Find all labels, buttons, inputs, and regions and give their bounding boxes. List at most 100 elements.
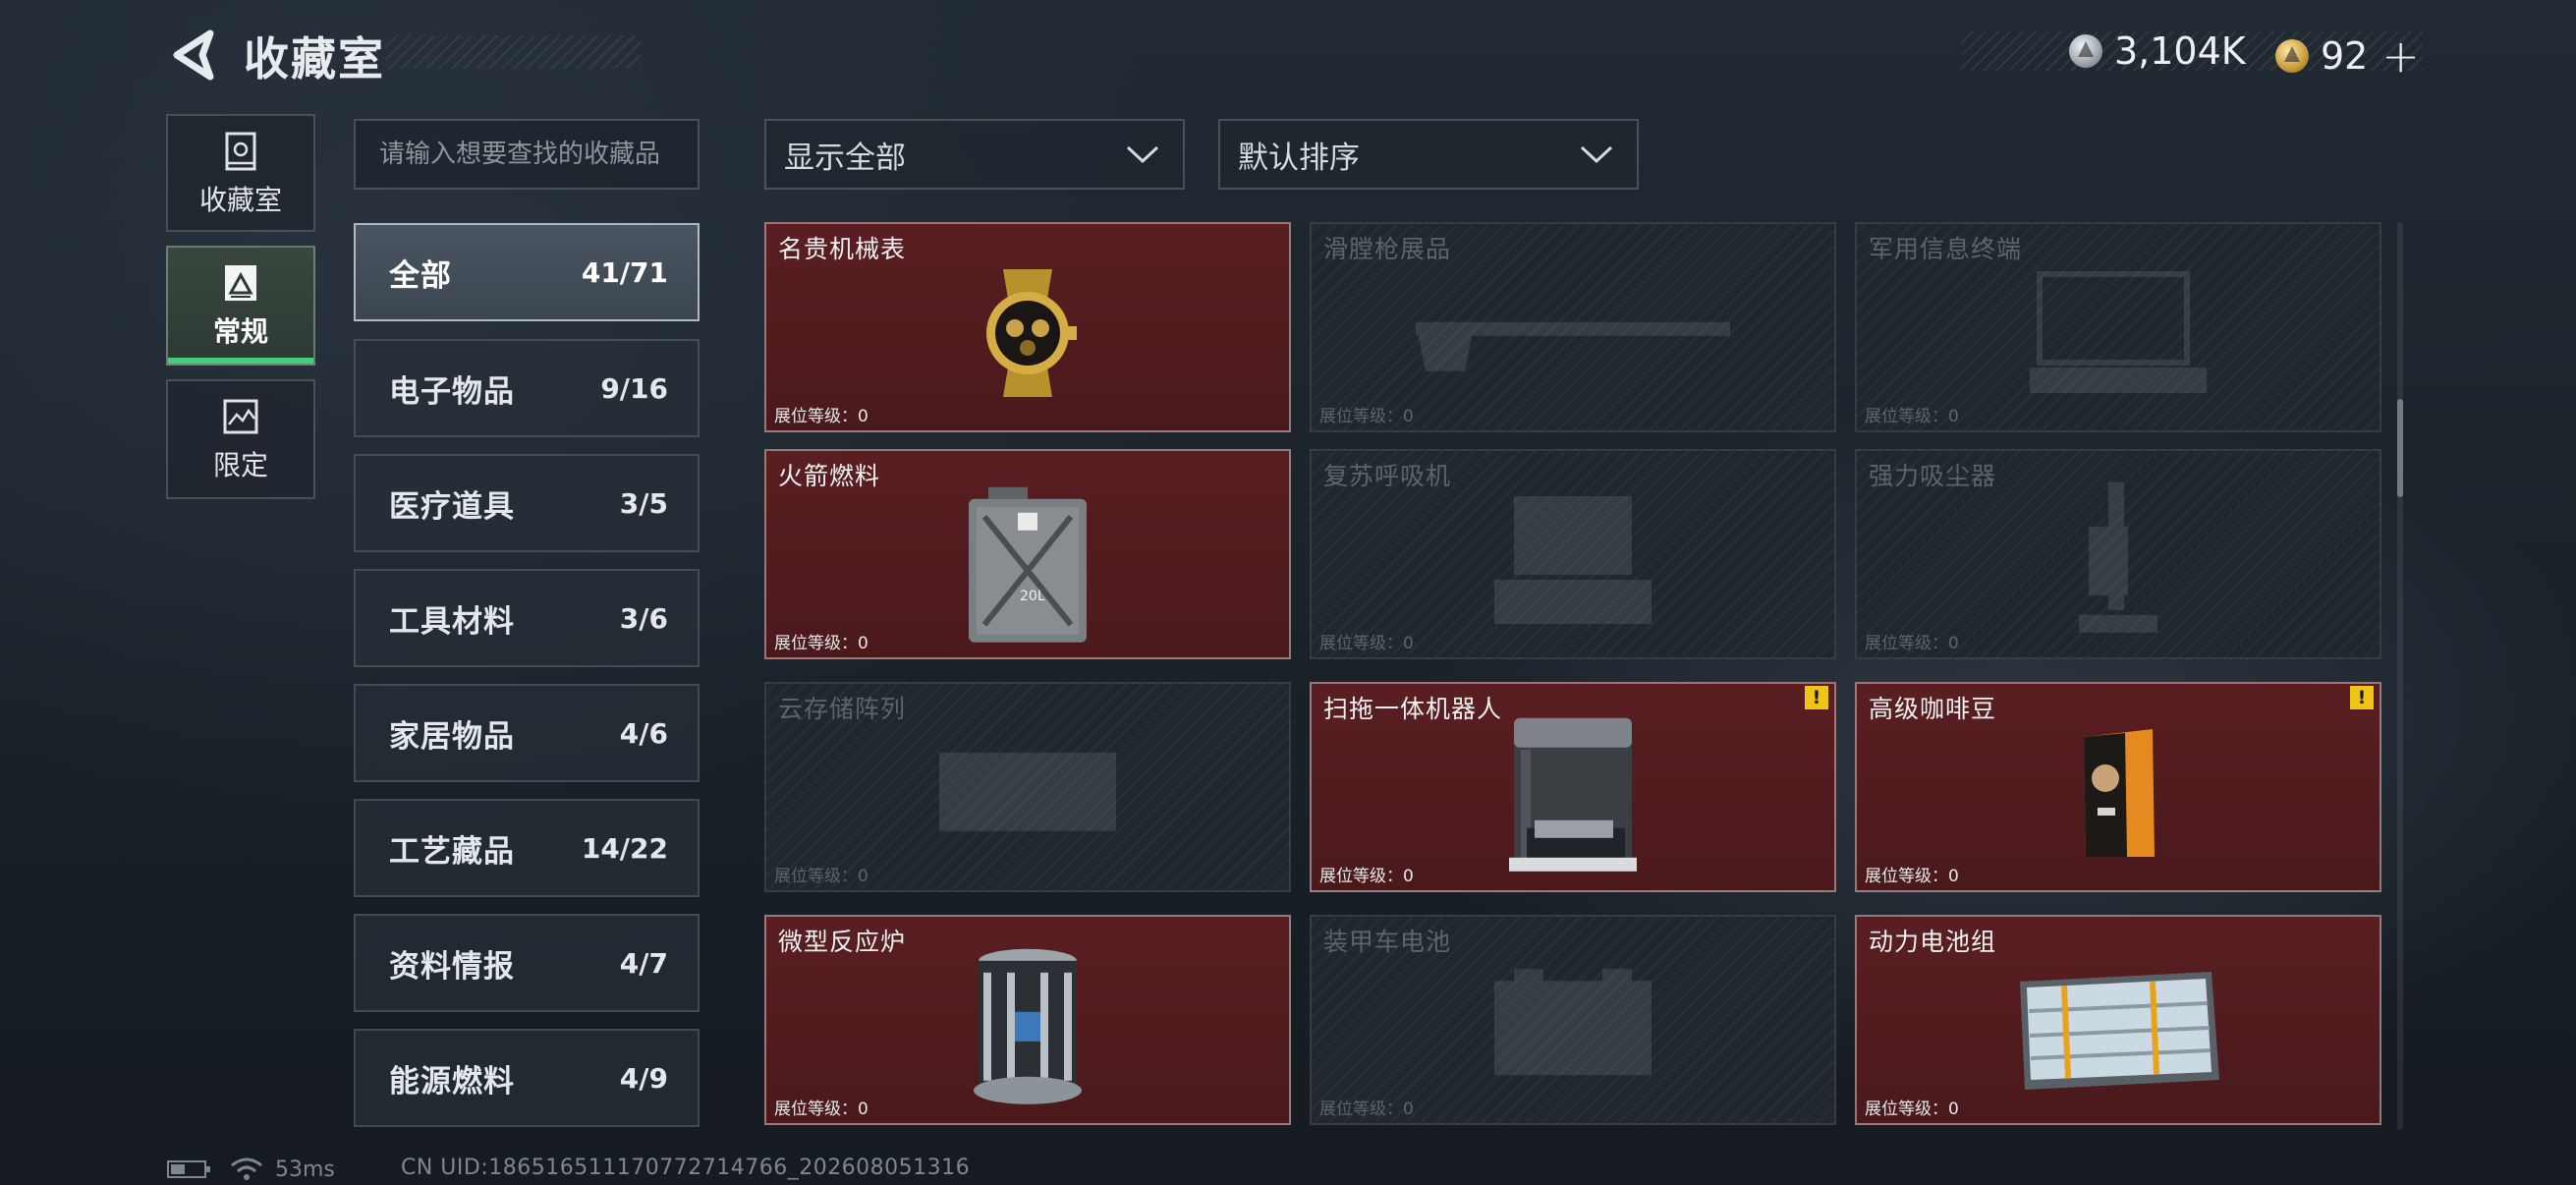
nav-item-regular[interactable]: 常规	[166, 246, 315, 366]
battery-status-icon	[167, 1160, 210, 1178]
item-level: 展位等级：0	[1319, 1100, 1414, 1119]
category-count: 9/16	[600, 371, 668, 405]
category-count: 14/22	[581, 831, 668, 865]
category-medical[interactable]: 医疗道具 3/5	[354, 454, 700, 552]
item-card-ventilator[interactable]: 复苏呼吸机 展位等级：0	[1310, 449, 1836, 659]
category-count: 41/71	[581, 255, 668, 289]
nav-label-limited: 限定	[212, 449, 268, 481]
category-count: 3/5	[619, 486, 668, 520]
reactor-icon	[974, 948, 1082, 1104]
chevron-down-icon	[1580, 145, 1613, 164]
silver-coin-icon	[2069, 34, 2102, 68]
item-level: 展位等级：0	[774, 634, 868, 653]
battery-pack-icon	[2020, 972, 2219, 1090]
limited-icon	[223, 399, 258, 434]
back-arrow-icon[interactable]	[167, 28, 222, 83]
item-name: 复苏呼吸机	[1323, 462, 1452, 490]
fuel-can-icon: 20L	[969, 486, 1087, 643]
storage-array-icon	[939, 752, 1116, 831]
item-name: 滑膛枪展品	[1323, 235, 1452, 263]
item-name: 动力电池组	[1869, 928, 1997, 956]
filter-dropdown-label: 显示全部	[784, 140, 906, 176]
search-box	[354, 119, 700, 190]
item-card-watch[interactable]: 名贵机械表 展位等级：0	[764, 222, 1291, 432]
item-name: 火箭燃料	[778, 462, 881, 490]
page-title: 收藏室	[244, 32, 385, 85]
item-level: 展位等级：0	[1865, 867, 1959, 886]
item-name: 微型反应炉	[778, 928, 907, 956]
item-level: 展位等级：0	[774, 1100, 868, 1119]
category-label: 工艺藏品	[389, 833, 515, 870]
category-label: 资料情报	[389, 948, 515, 985]
nav-item-collection-room[interactable]: 收藏室	[166, 114, 315, 232]
scrollbar-thumb[interactable]	[2397, 399, 2403, 497]
nav-label-regular: 常规	[212, 315, 268, 348]
item-card-armor-battery[interactable]: 装甲车电池 展位等级：0	[1310, 915, 1836, 1125]
currency-gold-value: 92	[2321, 34, 2369, 78]
item-level: 展位等级：0	[1865, 634, 1959, 653]
item-card-terminal[interactable]: 军用信息终端 展位等级：0	[1855, 222, 2381, 432]
gold-coin-icon	[2275, 39, 2309, 73]
item-name: 军用信息终端	[1869, 235, 2023, 263]
category-label: 能源燃料	[389, 1063, 515, 1100]
category-household[interactable]: 家居物品 4/6	[354, 684, 700, 782]
item-card-robot[interactable]: 扫拖一体机器人 ! 展位等级：0	[1310, 682, 1836, 892]
item-name: 名贵机械表	[778, 235, 907, 263]
item-card-vacuum[interactable]: 强力吸尘器 展位等级：0	[1855, 449, 2381, 659]
item-level: 展位等级：0	[1865, 1100, 1959, 1119]
filter-dropdown[interactable]: 显示全部	[764, 119, 1185, 190]
item-name: 高级咖啡豆	[1869, 695, 1997, 723]
item-level: 展位等级：0	[774, 407, 868, 426]
nav-label-collection-room: 收藏室	[198, 184, 282, 216]
vacuum-icon	[2079, 481, 2157, 633]
plus-icon[interactable]: +	[2381, 29, 2420, 83]
watch-icon	[986, 269, 1077, 397]
search-input[interactable]	[356, 121, 698, 188]
item-name: 装甲车电池	[1323, 928, 1452, 956]
category-label: 医疗道具	[389, 488, 515, 525]
battery-icon	[1494, 969, 1652, 1076]
category-electronics[interactable]: 电子物品 9/16	[354, 339, 700, 437]
currency-gold: 92 +	[2275, 29, 2420, 83]
wifi-icon	[231, 1157, 262, 1180]
nav-active-indicator	[168, 358, 313, 364]
category-energy[interactable]: 能源燃料 4/9	[354, 1029, 700, 1127]
coffee-bag-icon	[2084, 729, 2155, 857]
item-name: 云存储阵列	[778, 695, 907, 723]
category-tools[interactable]: 工具材料 3/6	[354, 569, 700, 667]
category-count: 4/6	[619, 716, 668, 750]
collection-grid: 名贵机械表 展位等级：0 滑膛枪展品 展位等级：0 军用信息终端 展位等级：0	[762, 222, 2383, 1130]
status-footer: 53ms	[167, 1156, 335, 1183]
currency-silver: 3,104K	[2069, 29, 2246, 73]
sort-dropdown-label: 默认排序	[1238, 140, 1360, 176]
sort-dropdown[interactable]: 默认排序	[1218, 119, 1639, 190]
item-level: 展位等级：0	[1319, 634, 1414, 653]
item-level: 展位等级：0	[1865, 407, 1959, 426]
ventilator-icon	[1494, 496, 1652, 624]
item-card-reactor[interactable]: 微型反应炉 展位等级：0	[764, 915, 1291, 1125]
nav-item-limited[interactable]: 限定	[166, 379, 315, 499]
item-level: 展位等级：0	[774, 867, 868, 886]
robot-station-icon	[1509, 717, 1637, 872]
item-card-musket[interactable]: 滑膛枪展品 展位等级：0	[1310, 222, 1836, 432]
currency-silver-value: 3,104K	[2114, 29, 2246, 73]
item-card-coffee[interactable]: 高级咖啡豆 ! 展位等级：0	[1855, 682, 2381, 892]
category-intel[interactable]: 资料情报 4/7	[354, 914, 700, 1012]
collection-room-icon	[225, 132, 256, 171]
musket-icon	[1416, 321, 1730, 371]
item-card-storage-array[interactable]: 云存储阵列 展位等级：0	[764, 682, 1291, 892]
chevron-down-icon	[1126, 145, 1159, 164]
user-uid: CN UID:186516511170772714766_20260805131…	[401, 1156, 971, 1180]
category-count: 3/6	[619, 601, 668, 635]
item-card-fuel[interactable]: 火箭燃料 20L 展位等级：0	[764, 449, 1291, 659]
category-crafts[interactable]: 工艺藏品 14/22	[354, 799, 700, 897]
category-count: 4/7	[619, 946, 668, 980]
category-label: 全部	[389, 257, 452, 294]
item-card-battery-pack[interactable]: 动力电池组 展位等级：0	[1855, 915, 2381, 1125]
svg-text:20L: 20L	[1020, 589, 1045, 604]
category-all[interactable]: 全部 41/71	[354, 223, 700, 321]
ping-value: 53ms	[275, 1157, 335, 1182]
item-level: 展位等级：0	[1319, 407, 1414, 426]
category-label: 工具材料	[389, 603, 515, 640]
grid-scrollbar[interactable]	[2397, 222, 2403, 1130]
